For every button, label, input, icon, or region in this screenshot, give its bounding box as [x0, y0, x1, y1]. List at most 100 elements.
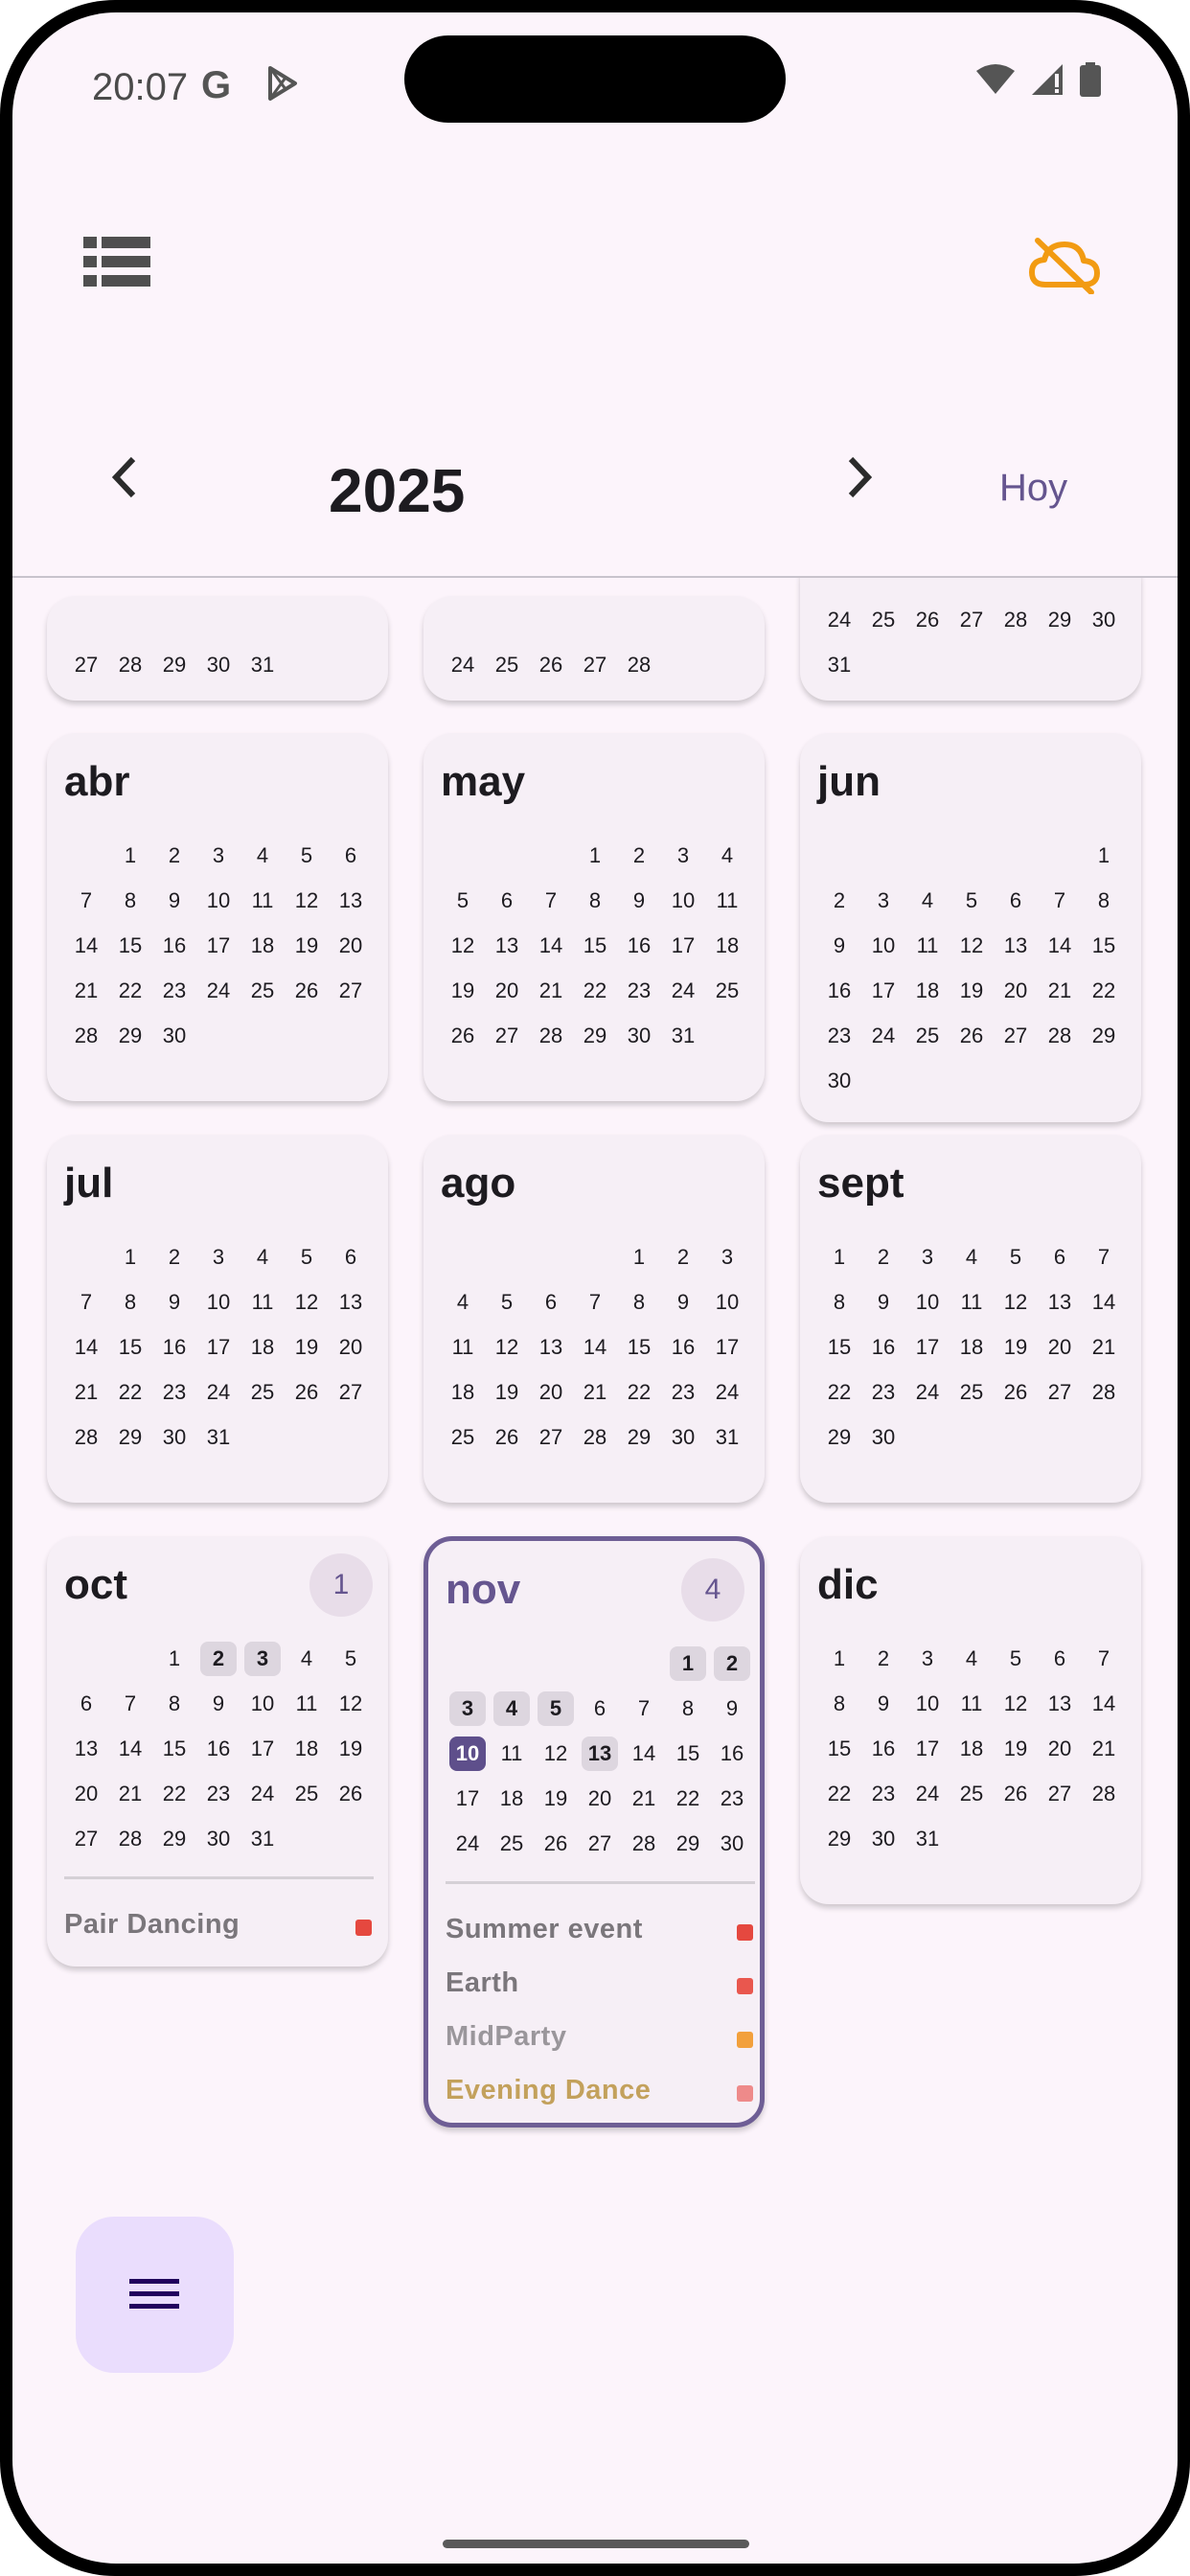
day-cell[interactable]: 24 [909, 1375, 946, 1410]
day-cell[interactable]: 3 [709, 1240, 745, 1275]
day-cell[interactable]: 7 [626, 1691, 662, 1726]
day-cell[interactable]: 9 [156, 884, 193, 918]
day-cell[interactable]: 28 [621, 648, 657, 682]
day-cell[interactable]: 27 [489, 1019, 525, 1053]
day-cell[interactable]: 19 [997, 1732, 1034, 1766]
day-cell[interactable]: 6 [332, 1240, 369, 1275]
day-cell[interactable]: 21 [1086, 1732, 1122, 1766]
day-cell[interactable]: 12 [489, 1330, 525, 1365]
day-cell[interactable]: 26 [445, 1019, 481, 1053]
day-cell[interactable]: 6 [1041, 1240, 1078, 1275]
day-cell[interactable]: 17 [709, 1330, 745, 1365]
day-cell[interactable]: 30 [821, 1064, 858, 1098]
day-cell[interactable]: 22 [112, 974, 149, 1008]
day-cell[interactable]: 8 [621, 1285, 657, 1320]
day-cell[interactable]: 16 [865, 1330, 902, 1365]
day-cell[interactable]: 27 [332, 974, 369, 1008]
day-cell[interactable]: 3 [200, 839, 237, 873]
day-cell[interactable]: 22 [1086, 974, 1122, 1008]
day-cell[interactable]: 15 [1086, 929, 1122, 963]
day-cell[interactable]: 30 [200, 1822, 237, 1856]
day-cell[interactable]: 7 [112, 1687, 149, 1721]
day-cell[interactable]: 15 [821, 1330, 858, 1365]
day-cell[interactable]: 1 [821, 1240, 858, 1275]
day-cell[interactable]: 25 [909, 1019, 946, 1053]
month-card-partial[interactable]: 27 28 29 30 31 [47, 596, 388, 701]
day-cell[interactable]: 5 [288, 1240, 325, 1275]
day-cell[interactable]: 22 [670, 1782, 706, 1816]
day-cell[interactable]: 9 [865, 1285, 902, 1320]
day-cell[interactable]: 23 [821, 1019, 858, 1053]
day-cell[interactable]: 14 [68, 929, 104, 963]
day-cell[interactable]: 21 [533, 974, 569, 1008]
day-cell[interactable]: 9 [200, 1687, 237, 1721]
day-cell[interactable]: 30 [865, 1822, 902, 1856]
day-cell[interactable]: 18 [288, 1732, 325, 1766]
day-cell[interactable]: 30 [621, 1019, 657, 1053]
day-cell[interactable]: 29 [670, 1827, 706, 1861]
day-cell[interactable]: 31 [709, 1420, 745, 1455]
day-cell[interactable]: 20 [582, 1782, 618, 1816]
day-cell[interactable]: 13 [997, 929, 1034, 963]
day-cell[interactable]: 25 [244, 1375, 281, 1410]
day-cell[interactable]: 25 [288, 1777, 325, 1811]
day-cell[interactable]: 5 [953, 884, 990, 918]
day-cell[interactable]: 11 [953, 1687, 990, 1721]
day-cell[interactable]: 10 [909, 1687, 946, 1721]
day-cell[interactable]: 17 [909, 1732, 946, 1766]
day-cell[interactable]: 6 [1041, 1642, 1078, 1676]
day-cell[interactable]: 16 [865, 1732, 902, 1766]
day-cell[interactable]: 3 [865, 884, 902, 918]
day-cell[interactable]: 23 [621, 974, 657, 1008]
day-cell[interactable]: 15 [112, 929, 149, 963]
day-cell[interactable]: 20 [332, 929, 369, 963]
day-cell[interactable]: 24 [200, 974, 237, 1008]
month-card-jun[interactable]: jun 1 2 3 4 5 6 7 8 9 10 11 12 13 14 15 16 17 18 19 20 21 22 23… [800, 733, 1141, 1122]
day-cell[interactable]: 28 [997, 603, 1034, 637]
day-cell[interactable]: 12 [445, 929, 481, 963]
day-cell[interactable]: 4 [493, 1691, 530, 1726]
day-cell[interactable]: 3 [200, 1240, 237, 1275]
day-cell[interactable]: 9 [821, 929, 858, 963]
day-cell[interactable]: 22 [577, 974, 613, 1008]
day-cell[interactable]: 8 [821, 1285, 858, 1320]
day-cell[interactable]: 20 [1041, 1330, 1078, 1365]
day-cell[interactable]: 11 [953, 1285, 990, 1320]
day-cell[interactable]: 21 [1086, 1330, 1122, 1365]
day-cell[interactable]: 16 [156, 1330, 193, 1365]
month-card-sept[interactable]: sept 1 2 3 4 5 6 7 8 9 10 11 12 13 14 15 16 17 18 19 20 21 22 2… [800, 1135, 1141, 1503]
day-cell[interactable]: 30 [1086, 603, 1122, 637]
day-cell[interactable]: 7 [577, 1285, 613, 1320]
day-cell[interactable]: 2 [865, 1642, 902, 1676]
day-cell[interactable]: 14 [68, 1330, 104, 1365]
day-cell[interactable]: 3 [909, 1642, 946, 1676]
day-cell[interactable]: 12 [997, 1687, 1034, 1721]
day-cell[interactable]: 29 [112, 1420, 149, 1455]
day-cell[interactable]: 2 [156, 1240, 193, 1275]
day-cell[interactable]: 8 [112, 884, 149, 918]
day-cell[interactable]: 1 [112, 839, 149, 873]
day-cell[interactable]: 21 [577, 1375, 613, 1410]
day-cell[interactable]: 17 [665, 929, 701, 963]
day-cell[interactable]: 4 [445, 1285, 481, 1320]
day-cell[interactable]: 8 [1086, 884, 1122, 918]
day-cell[interactable]: 8 [112, 1285, 149, 1320]
month-card-ago[interactable]: ago 1 2 3 4 5 6 7 8 9 10 11 12 13 14 15 16 17 18 19 20 21 22 23… [423, 1135, 765, 1503]
day-cell[interactable]: 1 [112, 1240, 149, 1275]
month-card-partial[interactable]: 24 25 26 27 28 [423, 596, 765, 701]
day-cell[interactable]: 28 [68, 1420, 104, 1455]
list-view-icon[interactable] [83, 235, 150, 290]
day-cell[interactable]: 25 [953, 1777, 990, 1811]
day-cell[interactable]: 29 [112, 1019, 149, 1053]
day-cell[interactable]: 30 [865, 1420, 902, 1455]
day-cell[interactable]: 13 [1041, 1687, 1078, 1721]
day-cell[interactable]: 5 [538, 1691, 574, 1726]
day-cell[interactable]: 1 [577, 839, 613, 873]
day-cell[interactable]: 15 [821, 1732, 858, 1766]
day-cell[interactable]: 15 [112, 1330, 149, 1365]
event-item[interactable]: Earth [446, 1967, 755, 2006]
day-cell[interactable]: 15 [577, 929, 613, 963]
day-cell[interactable]: 11 [288, 1687, 325, 1721]
day-cell[interactable]: 10 [244, 1687, 281, 1721]
day-cell[interactable]: 16 [200, 1732, 237, 1766]
